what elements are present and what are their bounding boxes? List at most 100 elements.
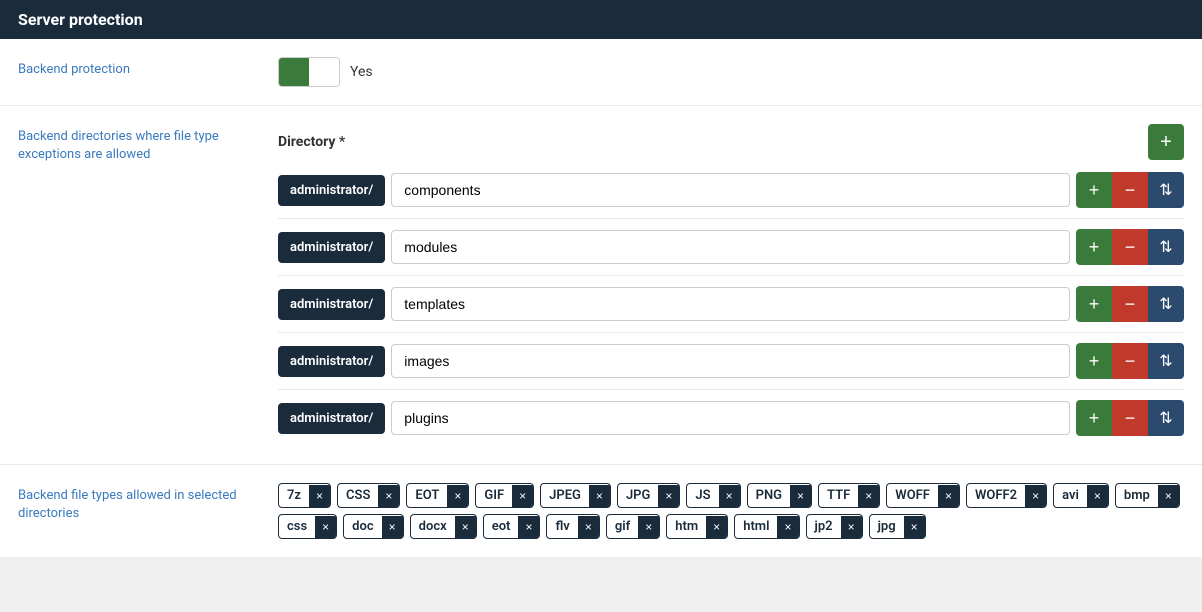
file-tag-close-4[interactable]: × xyxy=(589,485,610,507)
row-actions-3: + − ⇅ xyxy=(1076,343,1184,379)
file-tag-close-11[interactable]: × xyxy=(1087,485,1108,507)
file-tag-close-1[interactable]: × xyxy=(378,485,399,507)
file-tag-20: html × xyxy=(734,514,799,539)
file-tag-6: JS × xyxy=(686,483,740,508)
row-add-button-1[interactable]: + xyxy=(1076,229,1112,265)
file-tag-close-5[interactable]: × xyxy=(658,485,679,507)
dir-input-4[interactable] xyxy=(391,401,1070,435)
file-tag-17: flv × xyxy=(546,514,599,539)
file-tag-close-7[interactable]: × xyxy=(790,485,811,507)
file-tag-close-21[interactable]: × xyxy=(841,516,862,538)
dir-input-0[interactable] xyxy=(391,173,1070,207)
file-tag-close-2[interactable]: × xyxy=(447,485,468,507)
dir-prefix-0: administrator/ xyxy=(278,175,385,206)
backend-protection-label: Backend protection xyxy=(18,57,278,79)
backend-filetypes-label: Backend file types allowed in selected d… xyxy=(18,483,278,523)
toggle-on-part[interactable] xyxy=(279,58,309,86)
file-tag-10: WOFF2 × xyxy=(966,483,1047,508)
filetypes-content: 7z × CSS × EOT × GIF × JPEG × JPG × JS ×… xyxy=(278,483,1184,539)
backend-protection-row: Backend protection Yes xyxy=(0,39,1202,106)
file-tag-name-5: JPG xyxy=(618,484,658,507)
file-tag-12: bmp × xyxy=(1115,483,1180,508)
file-tag-name-1: CSS xyxy=(338,484,378,507)
file-tag-name-16: eot xyxy=(484,515,519,538)
file-tag-close-3[interactable]: × xyxy=(512,485,533,507)
toggle-yes-label: Yes xyxy=(350,64,373,80)
row-move-button-0[interactable]: ⇅ xyxy=(1148,172,1184,208)
row-move-button-2[interactable]: ⇅ xyxy=(1148,286,1184,322)
file-tag-close-15[interactable]: × xyxy=(455,516,476,538)
file-tag-close-8[interactable]: × xyxy=(858,485,879,507)
row-actions-2: + − ⇅ xyxy=(1076,286,1184,322)
file-tag-name-12: bmp xyxy=(1116,484,1158,507)
file-tag-close-13[interactable]: × xyxy=(315,516,336,538)
file-tag-name-7: PNG xyxy=(748,484,790,507)
file-tag-close-16[interactable]: × xyxy=(518,516,539,538)
file-tag-21: jp2 × xyxy=(806,514,863,539)
row-move-button-4[interactable]: ⇅ xyxy=(1148,400,1184,436)
dir-input-3[interactable] xyxy=(391,344,1070,378)
file-tag-name-18: gif xyxy=(607,515,638,538)
main-content: Backend protection Yes Backend directori… xyxy=(0,39,1202,557)
file-tag-close-22[interactable]: × xyxy=(904,516,925,538)
file-tag-name-15: docx xyxy=(411,515,455,538)
backend-protection-toggle[interactable] xyxy=(278,57,340,87)
row-add-button-4[interactable]: + xyxy=(1076,400,1112,436)
file-tag-close-9[interactable]: × xyxy=(938,485,959,507)
page-header: Server protection xyxy=(0,0,1202,39)
file-tag-name-10: WOFF2 xyxy=(967,484,1025,507)
row-actions-4: + − ⇅ xyxy=(1076,400,1184,436)
file-tag-9: WOFF × xyxy=(886,483,960,508)
file-tag-close-17[interactable]: × xyxy=(578,516,599,538)
file-tag-15: docx × xyxy=(410,514,477,539)
file-tag-name-21: jp2 xyxy=(807,515,841,538)
file-tag-close-12[interactable]: × xyxy=(1158,485,1179,507)
dir-input-1[interactable] xyxy=(391,230,1070,264)
file-tag-close-20[interactable]: × xyxy=(777,516,798,538)
file-tag-name-13: css xyxy=(279,515,315,538)
directory-row-4: administrator/ + − ⇅ xyxy=(278,400,1184,436)
file-tag-name-20: html xyxy=(735,515,777,538)
row-remove-button-2[interactable]: − xyxy=(1112,286,1148,322)
add-directory-button[interactable]: + xyxy=(1148,124,1184,160)
file-tag-3: GIF × xyxy=(475,483,534,508)
file-tag-close-6[interactable]: × xyxy=(719,485,740,507)
toggle-off-part[interactable] xyxy=(309,58,339,86)
file-tag-name-6: JS xyxy=(687,484,718,507)
file-tag-close-10[interactable]: × xyxy=(1025,485,1046,507)
row-actions-1: + − ⇅ xyxy=(1076,229,1184,265)
directory-header: Directory * + xyxy=(278,124,1184,160)
page-title: Server protection xyxy=(18,10,143,29)
file-tag-14: doc × xyxy=(343,514,403,539)
row-move-button-1[interactable]: ⇅ xyxy=(1148,229,1184,265)
file-tag-name-4: JPEG xyxy=(541,484,589,507)
backend-filetypes-row: Backend file types allowed in selected d… xyxy=(0,465,1202,557)
row-actions-0: + − ⇅ xyxy=(1076,172,1184,208)
file-tag-name-0: 7z xyxy=(279,484,309,507)
file-tag-close-19[interactable]: × xyxy=(706,516,727,538)
row-add-button-0[interactable]: + xyxy=(1076,172,1112,208)
row-add-button-3[interactable]: + xyxy=(1076,343,1112,379)
file-tag-close-0[interactable]: × xyxy=(309,485,330,507)
dir-prefix-2: administrator/ xyxy=(278,289,385,320)
dir-prefix-4: administrator/ xyxy=(278,403,385,434)
dir-separator-3 xyxy=(278,389,1184,390)
file-tag-7: PNG × xyxy=(747,483,812,508)
file-tag-19: htm × xyxy=(666,514,728,539)
file-tag-1: CSS × xyxy=(337,483,400,508)
backend-directories-label: Backend directories where file type exce… xyxy=(18,124,278,164)
dir-input-2[interactable] xyxy=(391,287,1070,321)
row-remove-button-0[interactable]: − xyxy=(1112,172,1148,208)
file-tag-name-19: htm xyxy=(667,515,706,538)
file-tag-16: eot × xyxy=(483,514,541,539)
directory-row-1: administrator/ + − ⇅ xyxy=(278,229,1184,265)
dir-prefix-3: administrator/ xyxy=(278,346,385,377)
row-remove-button-3[interactable]: − xyxy=(1112,343,1148,379)
row-add-button-2[interactable]: + xyxy=(1076,286,1112,322)
row-move-button-3[interactable]: ⇅ xyxy=(1148,343,1184,379)
row-remove-button-4[interactable]: − xyxy=(1112,400,1148,436)
file-tag-close-14[interactable]: × xyxy=(382,516,403,538)
row-remove-button-1[interactable]: − xyxy=(1112,229,1148,265)
file-tag-close-18[interactable]: × xyxy=(638,516,659,538)
file-tag-11: avi × xyxy=(1053,483,1109,508)
